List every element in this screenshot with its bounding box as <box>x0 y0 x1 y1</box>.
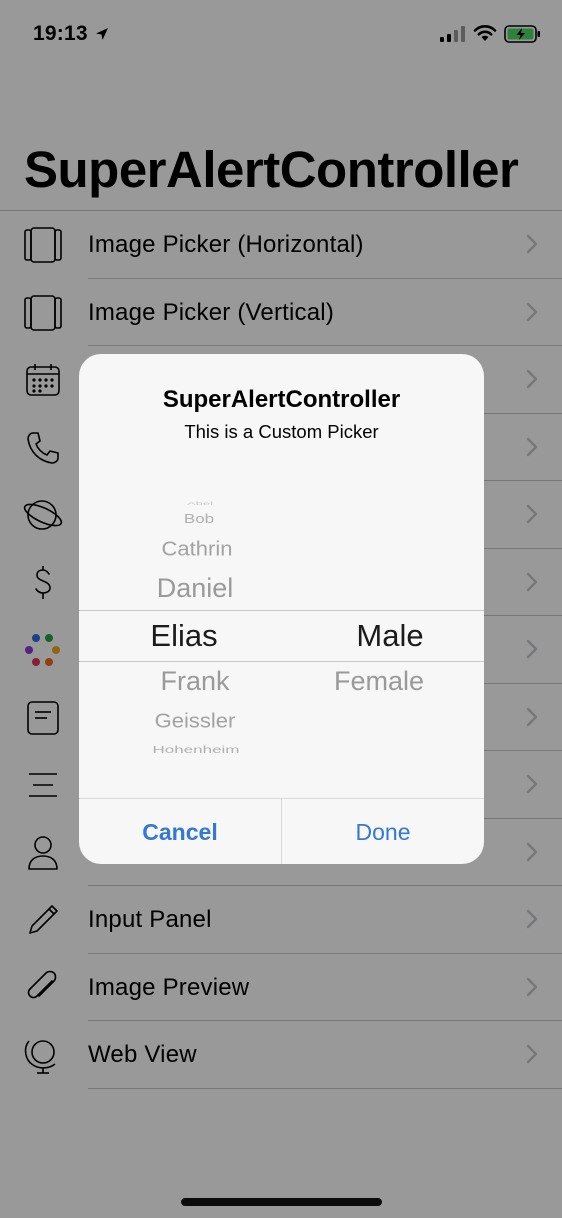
picker-gender-selected[interactable]: Male <box>335 618 445 654</box>
picker-name-selected[interactable]: Elias <box>134 618 234 654</box>
picker-name-option[interactable]: Geissler <box>135 709 255 733</box>
alert-title: SuperAlertController <box>162 386 401 413</box>
done-button[interactable]: Done <box>282 799 484 864</box>
picker-name-option[interactable]: Daniel <box>135 573 255 604</box>
picker-selection-top-line <box>79 610 484 611</box>
picker-name-option[interactable]: Cathrin <box>137 537 257 561</box>
picker-gender-option[interactable]: Female <box>319 666 439 697</box>
picker-name-option[interactable]: Hohenheim <box>121 744 271 756</box>
custom-picker[interactable]: Abel Bob Cathrin Daniel Elias Frank Geis… <box>79 494 484 764</box>
picker-name-option[interactable]: Abel <box>175 501 225 506</box>
alert-message: This is a Custom Picker <box>184 421 379 442</box>
cancel-button[interactable]: Cancel <box>79 799 281 864</box>
custom-picker-alert: SuperAlertController This is a Custom Pi… <box>79 354 484 864</box>
home-indicator[interactable] <box>181 1198 382 1206</box>
picker-name-option[interactable]: Frank <box>145 666 245 697</box>
picker-name-option[interactable]: Bob <box>169 512 229 527</box>
alert-actions: Cancel Done <box>79 798 484 864</box>
picker-selection-bottom-line <box>79 661 484 662</box>
